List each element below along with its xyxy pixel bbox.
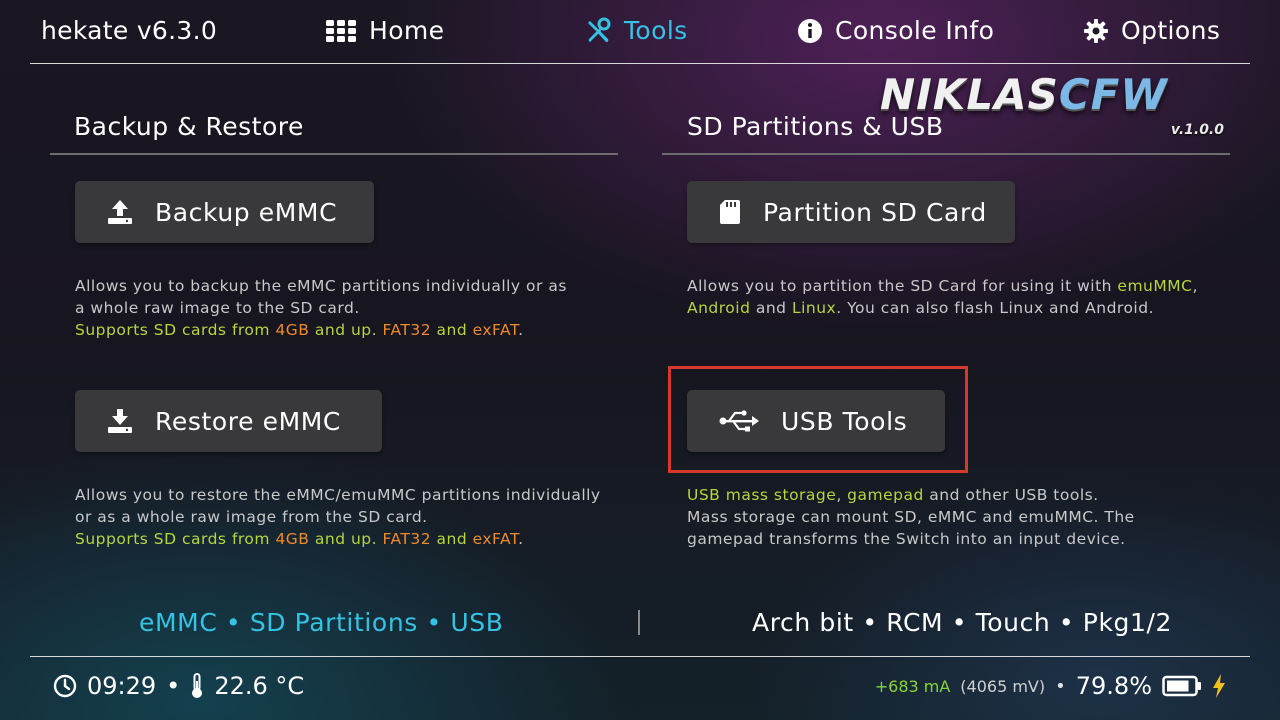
tab-console-info-label: Console Info <box>835 16 995 45</box>
tab-home[interactable]: Home <box>325 16 444 45</box>
info-icon <box>798 18 822 43</box>
upload-icon <box>108 200 132 224</box>
charging-bolt-icon <box>1213 674 1225 698</box>
partition-sd-card-label: Partition SD Card <box>763 197 987 227</box>
supported-features-left: eMMC • SD Partitions • USB <box>139 608 504 637</box>
supported-features-right: Arch bit • RCM • Touch • Pkg1/2 <box>752 608 1173 637</box>
header-divider <box>30 63 1250 64</box>
gear-icon <box>1084 18 1108 43</box>
status-left: 09:29 • 22.6 °C <box>53 672 304 700</box>
usb-icon <box>719 410 759 432</box>
battery-percentage: 79.8% <box>1075 672 1152 700</box>
tab-options[interactable]: Options <box>1083 16 1220 45</box>
logo-text-accent: CFW <box>1058 70 1168 119</box>
section-title-backup-restore: Backup & Restore <box>74 112 304 141</box>
app-title: hekate v6.3.0 <box>41 16 218 45</box>
restore-emmc-description: Allows you to restore the eMMC/emuMMC pa… <box>75 486 601 548</box>
restore-emmc-label: Restore eMMC <box>155 406 341 436</box>
battery-icon <box>1162 675 1201 697</box>
backup-emmc-label: Backup eMMC <box>155 197 338 227</box>
tools-icon <box>588 17 611 42</box>
temperature-readout: 22.6 °C <box>214 672 305 700</box>
backup-emmc-description: Allows you to backup the eMMC partitions… <box>75 277 567 339</box>
thermometer-icon <box>192 673 203 698</box>
clock-time: 09:29 <box>87 672 157 700</box>
tab-console-info[interactable]: Console Info <box>797 16 994 45</box>
tab-home-label: Home <box>369 16 445 45</box>
status-right: +683 mA (4065 mV) • 79.8% <box>875 672 1226 700</box>
feature-divider <box>638 610 640 635</box>
section-title-sd-usb: SD Partitions & USB <box>687 112 944 141</box>
clock-icon <box>53 674 77 698</box>
grid-icon <box>326 19 356 42</box>
backup-emmc-button[interactable]: Backup eMMC <box>75 181 374 243</box>
status-separator: • <box>166 672 181 700</box>
tab-options-label: Options <box>1121 16 1221 45</box>
tab-tools-label: Tools <box>624 16 688 45</box>
battery-voltage: (4065 mV) <box>960 676 1046 696</box>
usb-tools-button[interactable]: USB Tools <box>687 390 945 452</box>
tab-tools[interactable]: Tools <box>584 16 688 45</box>
download-icon <box>108 409 132 433</box>
partition-sd-card-button[interactable]: Partition SD Card <box>687 181 1015 243</box>
battery-current: +683 mA <box>874 676 951 696</box>
status-separator-right: • <box>1055 675 1066 697</box>
section-divider-right <box>662 153 1230 155</box>
restore-emmc-button[interactable]: Restore eMMC <box>75 390 382 452</box>
sd-card-icon <box>720 200 740 224</box>
usb-tools-label: USB Tools <box>781 406 908 436</box>
partition-sd-card-description: Allows you to partition the SD Card for … <box>687 277 1198 317</box>
footer-divider <box>30 656 1250 657</box>
logo-version: v.1.0.0 <box>1170 122 1224 138</box>
usb-tools-description: USB mass storage, gamepad and other USB … <box>687 486 1135 548</box>
section-divider-left <box>50 153 618 155</box>
